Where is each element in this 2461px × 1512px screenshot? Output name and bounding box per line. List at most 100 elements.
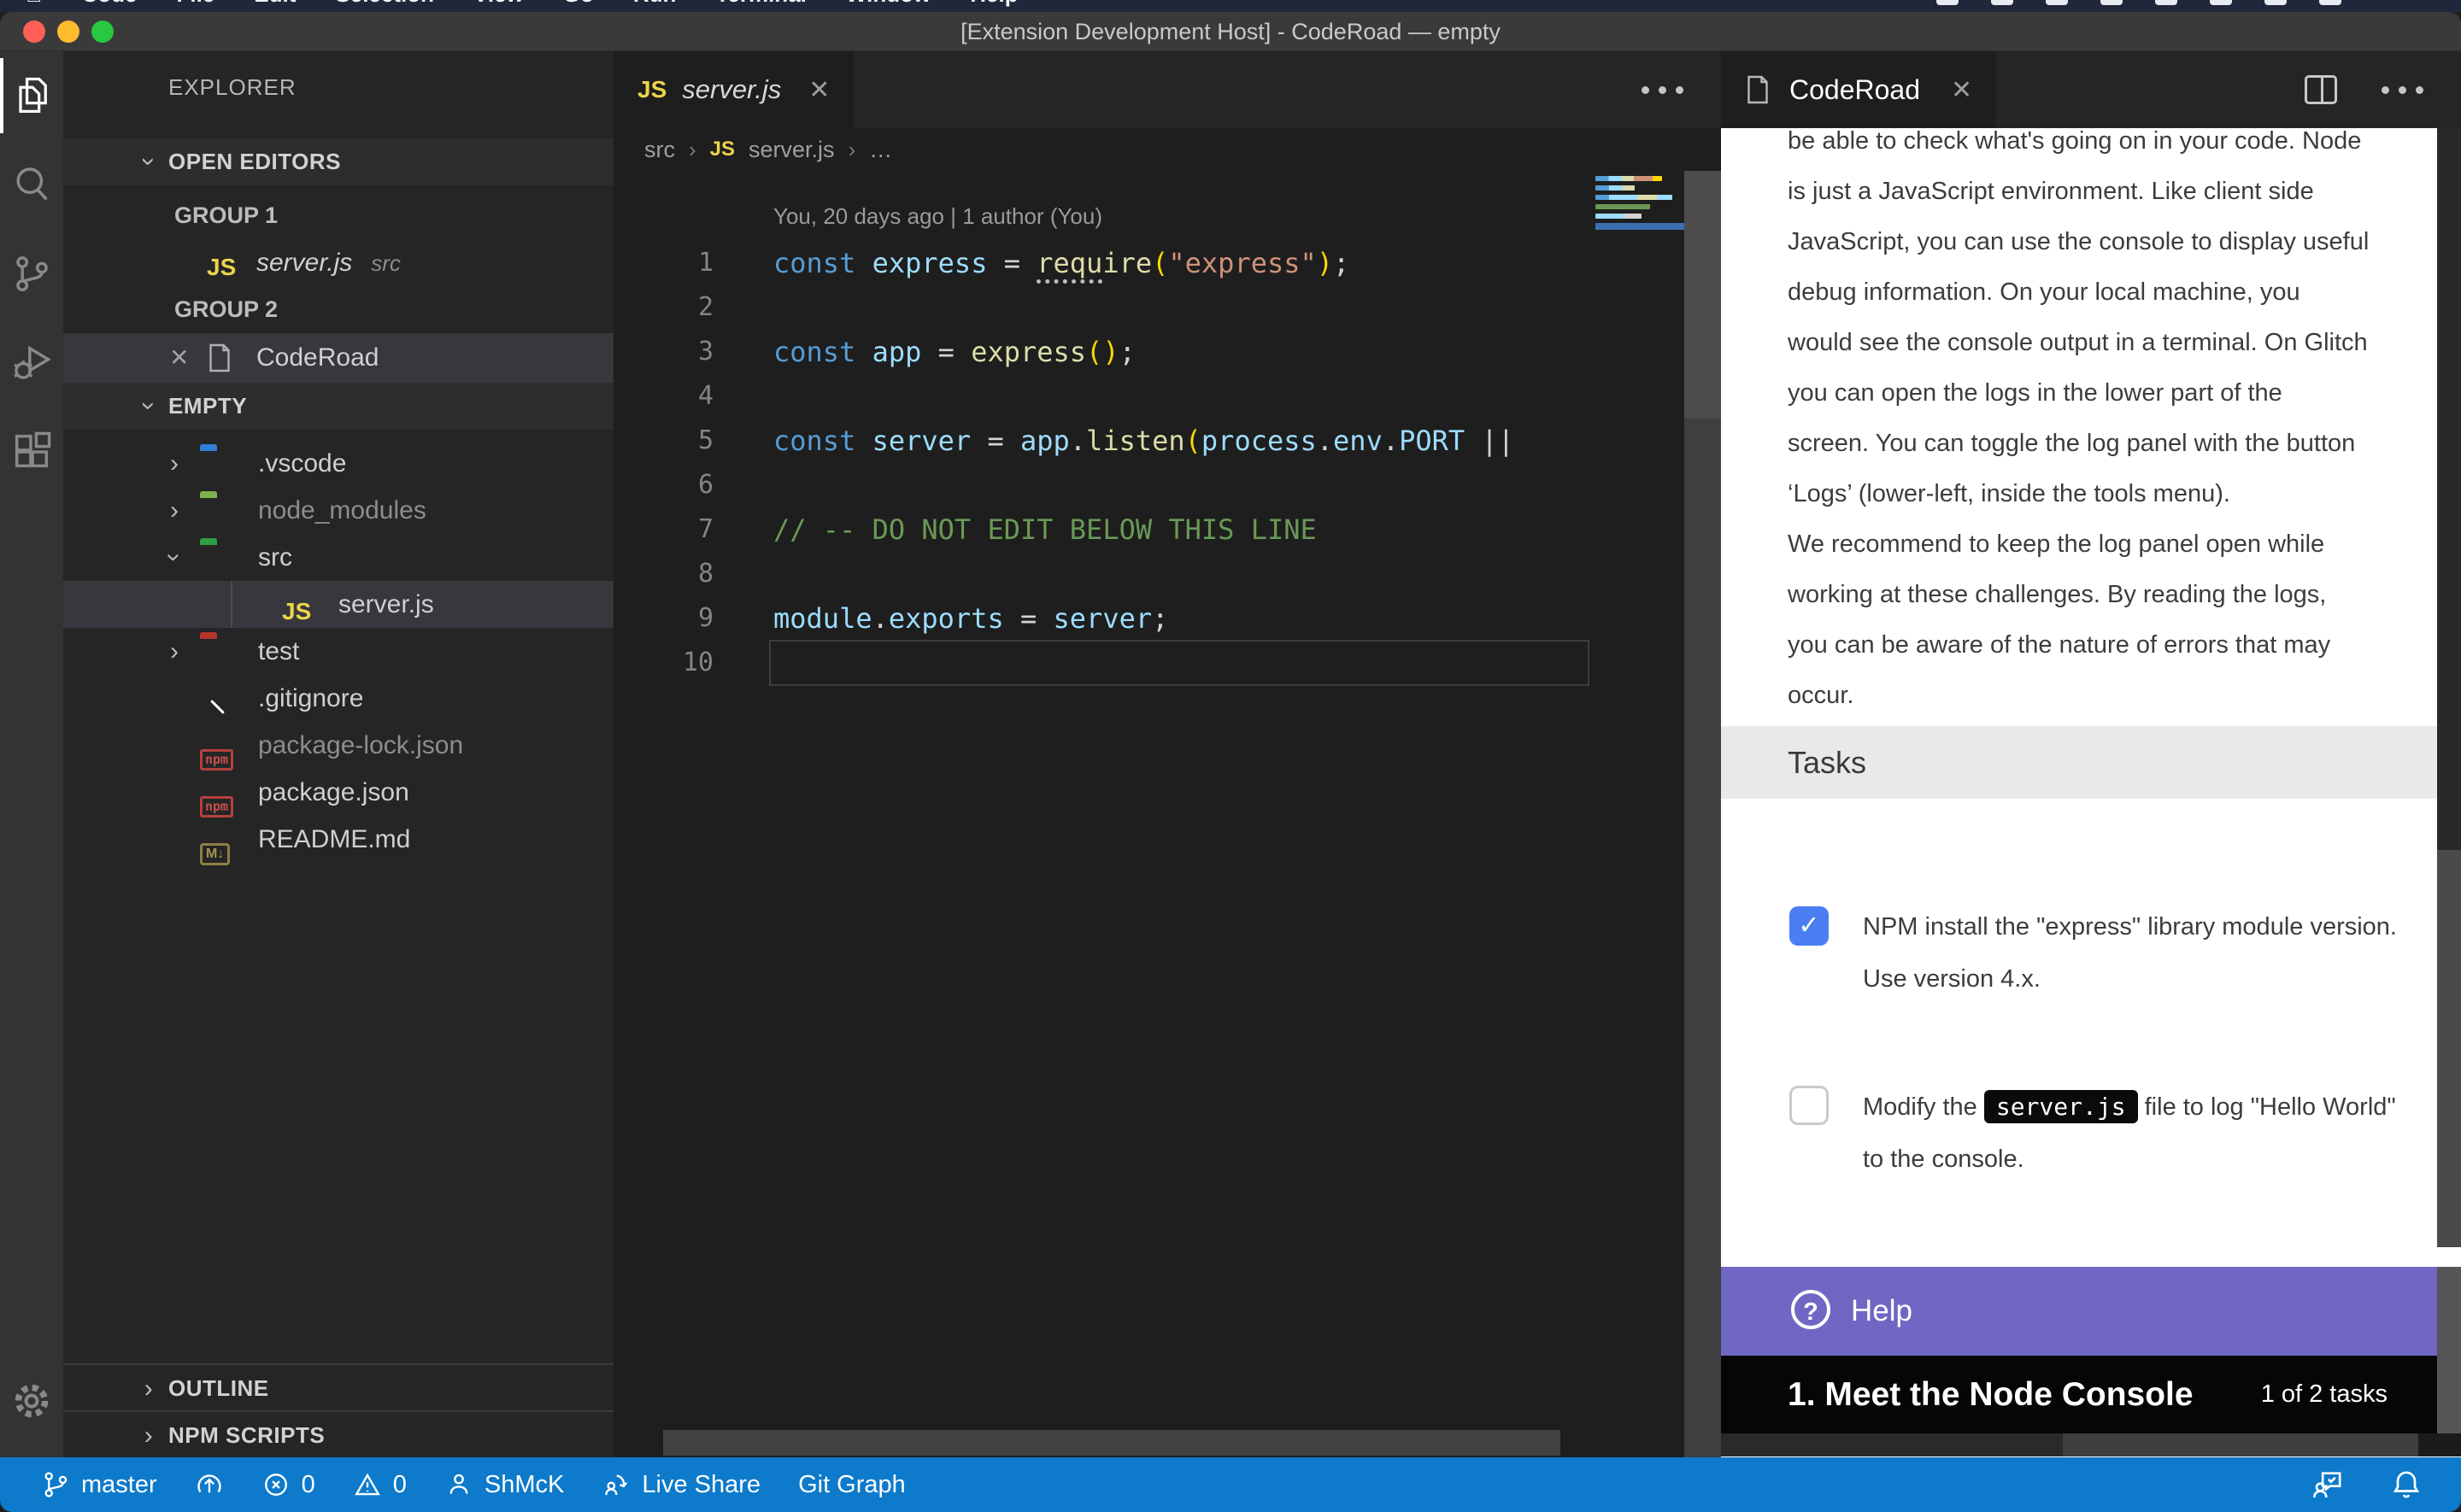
code-line-3[interactable]: const app = express();: [770, 330, 1589, 374]
apple-menu-icon[interactable]: : [26, 0, 43, 8]
tree-item-test[interactable]: test: [63, 628, 614, 675]
open-editor-item[interactable]: JSserver.jssrc: [63, 239, 614, 286]
webview-vertical-scrollbar[interactable]: [2437, 128, 2461, 1434]
close-tab-icon[interactable]: ✕: [808, 75, 830, 105]
tasks-header: Tasks: [1788, 726, 1866, 799]
statusbar-item-0[interactable]: 0: [353, 1470, 407, 1499]
menu-item[interactable]: Window: [846, 0, 931, 8]
source-control-icon[interactable]: [0, 229, 63, 318]
lesson-footer[interactable]: 1. Meet the Node Console 1 of 2 tasks: [1721, 1356, 2437, 1433]
tasks-section-band: Tasks: [1721, 726, 2437, 799]
editor-tabbar: JS server.js ✕: [614, 51, 1721, 128]
editor-group: JS server.js ✕ src › JS server.js › … Yo…: [614, 51, 1721, 1457]
more-actions-icon[interactable]: [2382, 86, 2423, 94]
open-editors-group-label: GROUP 1: [63, 192, 614, 239]
npm-icon: npm: [200, 796, 233, 818]
lesson-text: be able to check what's going on in your…: [1788, 128, 2427, 721]
extensions-icon[interactable]: [0, 407, 63, 495]
task-progress-badge: 1 of 2 tasks: [2261, 1356, 2388, 1433]
window-titlebar[interactable]: [Extension Development Host] - CodeRoad …: [0, 12, 2461, 51]
task-text: NPM install the "express" library module…: [1863, 901, 2398, 1005]
open-editors-list: GROUP 1JSserver.jssrcGROUP 2✕CodeRoad: [63, 192, 614, 383]
code-line-1[interactable]: const express = require("express");: [770, 241, 1589, 285]
menu-item[interactable]: Code: [82, 0, 138, 8]
menu-item[interactable]: Help: [970, 0, 1018, 8]
tab-server-js[interactable]: JS server.js ✕: [614, 51, 854, 128]
explorer-icon[interactable]: [0, 51, 63, 140]
statusbar-item-bell[interactable]: [2389, 1468, 2423, 1502]
menu-item[interactable]: Go: [563, 0, 594, 8]
statusbar-item-feedback[interactable]: [2311, 1468, 2345, 1502]
vscode-window:  Code File Edit Selection View Go Run Terminal…: [0, 0, 2461, 1512]
code-line-9[interactable]: module.exports = server;: [770, 596, 1589, 641]
code-line-4[interactable]: [770, 374, 1589, 419]
chevron-right-icon: ›: [689, 137, 696, 163]
menu-item[interactable]: File: [177, 0, 215, 8]
menu-item[interactable]: View: [473, 0, 524, 8]
tree-item-readme-md[interactable]: M↓README.md: [63, 816, 614, 863]
open-editors-header[interactable]: OPEN EDITORS: [63, 138, 614, 185]
tree-item-package-json[interactable]: npmpackage.json: [63, 769, 614, 816]
errors-icon: [261, 1470, 291, 1499]
workspace-section-header[interactable]: EMPTY: [63, 383, 614, 430]
task-text: Modify the server.js file to log "Hello …: [1863, 1081, 2398, 1186]
chevron-right-icon: [162, 487, 187, 534]
menu-item[interactable]: Terminal: [715, 0, 806, 8]
statusbar-item-shmck[interactable]: ShMcK: [444, 1470, 564, 1499]
statusbar-item-master[interactable]: master: [41, 1470, 157, 1499]
open-editor-item[interactable]: ✕CodeRoad: [63, 333, 614, 383]
tree-item--gitignore[interactable]: .gitignore: [63, 675, 614, 722]
menu-item[interactable]: Selection: [335, 0, 434, 8]
breadcrumb[interactable]: src › JS server.js › …: [614, 128, 1721, 171]
code-editor[interactable]: const express = require("express"); const…: [770, 241, 1589, 685]
statusbar-item-sync[interactable]: [195, 1470, 224, 1499]
tree-item-package-lock-json[interactable]: npmpackage-lock.json: [63, 722, 614, 769]
codelens-authors[interactable]: You, 20 days ago | 1 author (You): [773, 198, 1102, 234]
statusbar-item-0[interactable]: 0: [261, 1470, 315, 1499]
chevron-right-icon: [162, 628, 187, 675]
more-actions-icon[interactable]: [1642, 86, 1683, 94]
search-icon[interactable]: [0, 140, 63, 229]
webview-horizontal-scrollbar[interactable]: [1721, 1433, 2461, 1456]
help-question-icon: [1791, 1290, 1830, 1329]
statusbar-item-live-share[interactable]: Live Share: [602, 1470, 761, 1499]
help-bar[interactable]: Help: [1721, 1267, 2437, 1356]
code-line-10[interactable]: [770, 641, 1589, 685]
editor-scrollbar[interactable]: [1684, 171, 1721, 1457]
line-number-gutter: 12345678910: [614, 241, 714, 685]
minimap[interactable]: [1595, 176, 1684, 230]
chevron-right-icon: ›: [849, 137, 856, 163]
statusbar-item-git-graph[interactable]: Git Graph: [798, 1471, 906, 1499]
code-line-8[interactable]: [770, 552, 1589, 596]
code-line-7[interactable]: // -- DO NOT EDIT BELOW THIS LINE: [770, 507, 1589, 552]
close-tab-icon[interactable]: ✕: [1951, 75, 1972, 105]
chevron-down-icon: [162, 534, 187, 581]
chevron-right-icon: [136, 1412, 162, 1457]
task-checkbox-checked[interactable]: [1789, 906, 1829, 946]
account-icon: [444, 1470, 473, 1499]
macos-menubar:  Code File Edit Selection View Go Run Terminal…: [0, 0, 2461, 12]
minimap-selection: [1595, 223, 1684, 230]
code-line-5[interactable]: const server = app.listen(process.env.PO…: [770, 419, 1589, 463]
close-icon: ✕: [169, 333, 189, 383]
menubar-status-icons: [1936, 0, 2341, 5]
tab-coderoad[interactable]: CodeRoad ✕: [1721, 51, 1996, 128]
code-line-2[interactable]: [770, 285, 1589, 330]
menubar-items:  Code File Edit Selection View Go Run Terminal…: [26, 0, 1019, 8]
tree-item-server-js[interactable]: JSserver.js: [63, 581, 614, 628]
horizontal-scrollbar[interactable]: [663, 1430, 1560, 1456]
tree-item-node-modules[interactable]: node_modules: [63, 487, 614, 534]
tree-item-src[interactable]: src: [63, 534, 614, 581]
split-editor-icon[interactable]: [2305, 75, 2337, 104]
tree-item--vscode[interactable]: .vscode: [63, 440, 614, 487]
menu-item[interactable]: Run: [633, 0, 677, 8]
statusbar-left: master 0 0 ShMcK Live Share Git Graph: [0, 1470, 906, 1499]
menu-item[interactable]: Edit: [254, 0, 296, 8]
task-checkbox-unchecked[interactable]: [1789, 1086, 1829, 1125]
code-line-6[interactable]: [770, 463, 1589, 507]
settings-gear-icon[interactable]: [0, 1357, 63, 1445]
indent-guide: [231, 581, 232, 628]
outline-section-header[interactable]: OUTLINE: [63, 1363, 614, 1410]
run-debug-icon[interactable]: [0, 318, 63, 407]
npm-scripts-section-header[interactable]: NPM SCRIPTS: [63, 1410, 614, 1457]
